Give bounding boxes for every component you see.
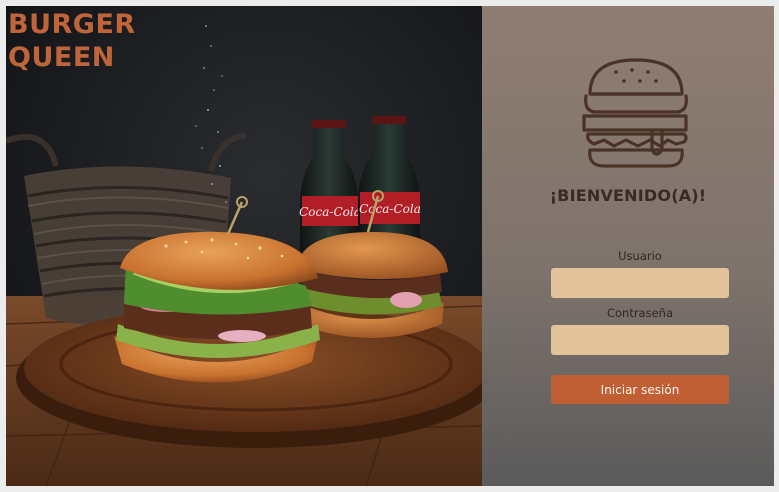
welcome-heading: ¡BIENVENIDO(A)! <box>549 186 707 205</box>
login-screen: Coca-Cola Coca-Cola BURGER QUEEN ¡BIENVE… <box>6 6 774 486</box>
bottle-label-2: Coca-Cola <box>359 202 421 216</box>
burger-photo: Coca-Cola Coca-Cola <box>6 6 482 486</box>
brand-line-2: QUEEN <box>8 42 115 73</box>
brand-line-1: BURGER <box>8 9 136 40</box>
bottle-label: Coca-Cola <box>299 205 361 219</box>
password-input[interactable] <box>551 325 729 355</box>
burger-icon <box>582 58 688 168</box>
login-button[interactable]: Iniciar sesión <box>551 375 729 404</box>
login-panel: ¡BIENVENIDO(A)! Usuario Contraseña Inici… <box>482 6 774 486</box>
hero-image: Coca-Cola Coca-Cola BURGER QUEEN <box>6 6 482 486</box>
password-label: Contraseña <box>606 306 674 320</box>
username-input[interactable] <box>551 268 729 298</box>
brand-logo: BURGER QUEEN <box>8 8 136 74</box>
username-label: Usuario <box>618 249 662 263</box>
